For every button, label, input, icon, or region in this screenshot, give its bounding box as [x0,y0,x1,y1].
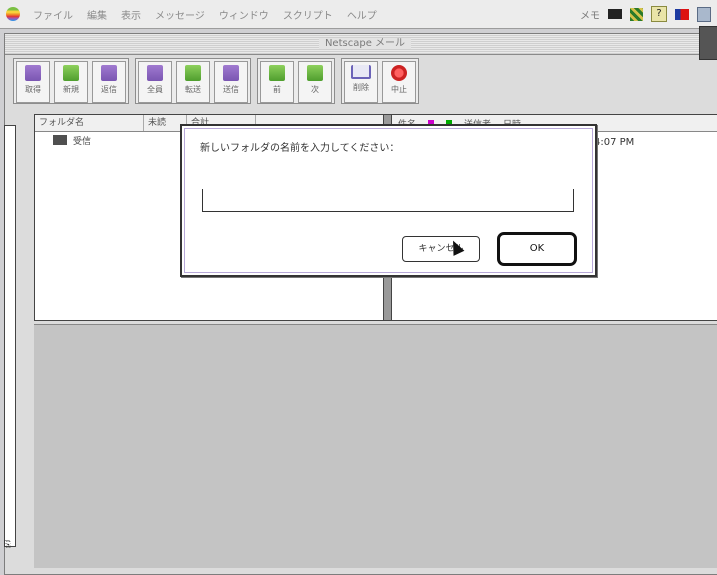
toolbar-group-nav: 前 次 [257,58,335,104]
toolbar-group-mail: 取得 新規 返信 [13,58,129,104]
trash-button[interactable]: 削除 [344,61,378,103]
previous-button[interactable]: 前 [260,61,294,103]
get-mail-icon [25,65,41,81]
message-time: 4:07 PM [594,137,635,148]
forward-icon [185,65,201,81]
next-button[interactable]: 次 [298,61,332,103]
toolbar-group-actions: 削除 中止 [341,58,419,104]
column-folder-name[interactable]: フォルダ名 [35,115,144,131]
stop-icon [391,65,407,81]
send-label: 送信 [223,85,239,94]
new-message-button[interactable]: 新規 [54,61,88,103]
reply-button[interactable]: 返信 [92,61,126,103]
window-title: Netscape メール [318,38,412,49]
menu-window[interactable]: ウィンドウ [219,7,269,22]
dialog-message: 新しいフォルダの名前を入力してください： [200,143,400,154]
folder-name: 受信 [73,136,92,147]
folder-name-input[interactable] [202,189,574,212]
cancel-button[interactable]: キャンセル [402,236,480,262]
menu-help[interactable]: ヘルプ [347,7,377,22]
menu-message[interactable]: メッセージ [155,7,205,22]
menu-view[interactable]: 表示 [121,7,141,22]
app-switcher-icon[interactable] [630,7,643,21]
ok-button[interactable]: OK [497,232,577,266]
window-titlebar[interactable]: Netscape メール [5,34,717,55]
stop-button[interactable]: 中止 [382,61,416,103]
toolbar: 取得 新規 返信 全員 転送 送信 前 次 削除 中止 [13,58,717,108]
menu-edit[interactable]: 編集 [87,7,107,22]
reply-label: 返信 [101,85,117,94]
get-mail-button[interactable]: 取得 [16,61,50,103]
get-mail-label: 取得 [25,85,41,94]
menubar: ファイル 編集 表示 メッセージ ウィンドウ スクリプト ヘルプ メモ ? [0,0,717,29]
message-preview-pane [34,324,717,568]
apple-icon[interactable] [6,7,20,21]
new-message-icon [63,65,79,81]
left-scroll-strip[interactable] [4,125,16,547]
book-icon[interactable] [608,9,622,19]
send-button[interactable]: 送信 [214,61,248,103]
trash-label: 削除 [353,83,369,92]
reply-all-button[interactable]: 全員 [138,61,172,103]
disk-icon[interactable] [697,6,711,22]
forward-label: 転送 [185,85,201,94]
menu-script[interactable]: スクリプト [283,7,333,22]
input-method-icon[interactable] [675,8,689,20]
forward-button[interactable]: 転送 [176,61,210,103]
status-indicator-icon: ⎘ [4,540,12,550]
new-message-label: 新規 [63,85,79,94]
netscape-logo-button[interactable] [699,26,717,60]
menubar-extras: メモ ? [580,6,717,22]
previous-label: 前 [273,85,281,94]
stop-label: 中止 [391,85,407,94]
trash-icon [351,65,371,79]
reply-all-label: 全員 [147,85,163,94]
next-icon [307,65,323,81]
next-label: 次 [311,85,319,94]
menu-file[interactable]: ファイル [33,7,73,22]
folder-icon [53,135,67,145]
send-icon [223,65,239,81]
previous-icon [269,65,285,81]
reply-icon [101,65,117,81]
help-icon[interactable]: ? [651,6,667,22]
toolbar-group-reply: 全員 転送 送信 [135,58,251,104]
new-folder-dialog: 新しいフォルダの名前を入力してください： キャンセル OK [180,124,597,277]
reply-all-icon [147,65,163,81]
menubar-text: メモ [580,10,600,22]
